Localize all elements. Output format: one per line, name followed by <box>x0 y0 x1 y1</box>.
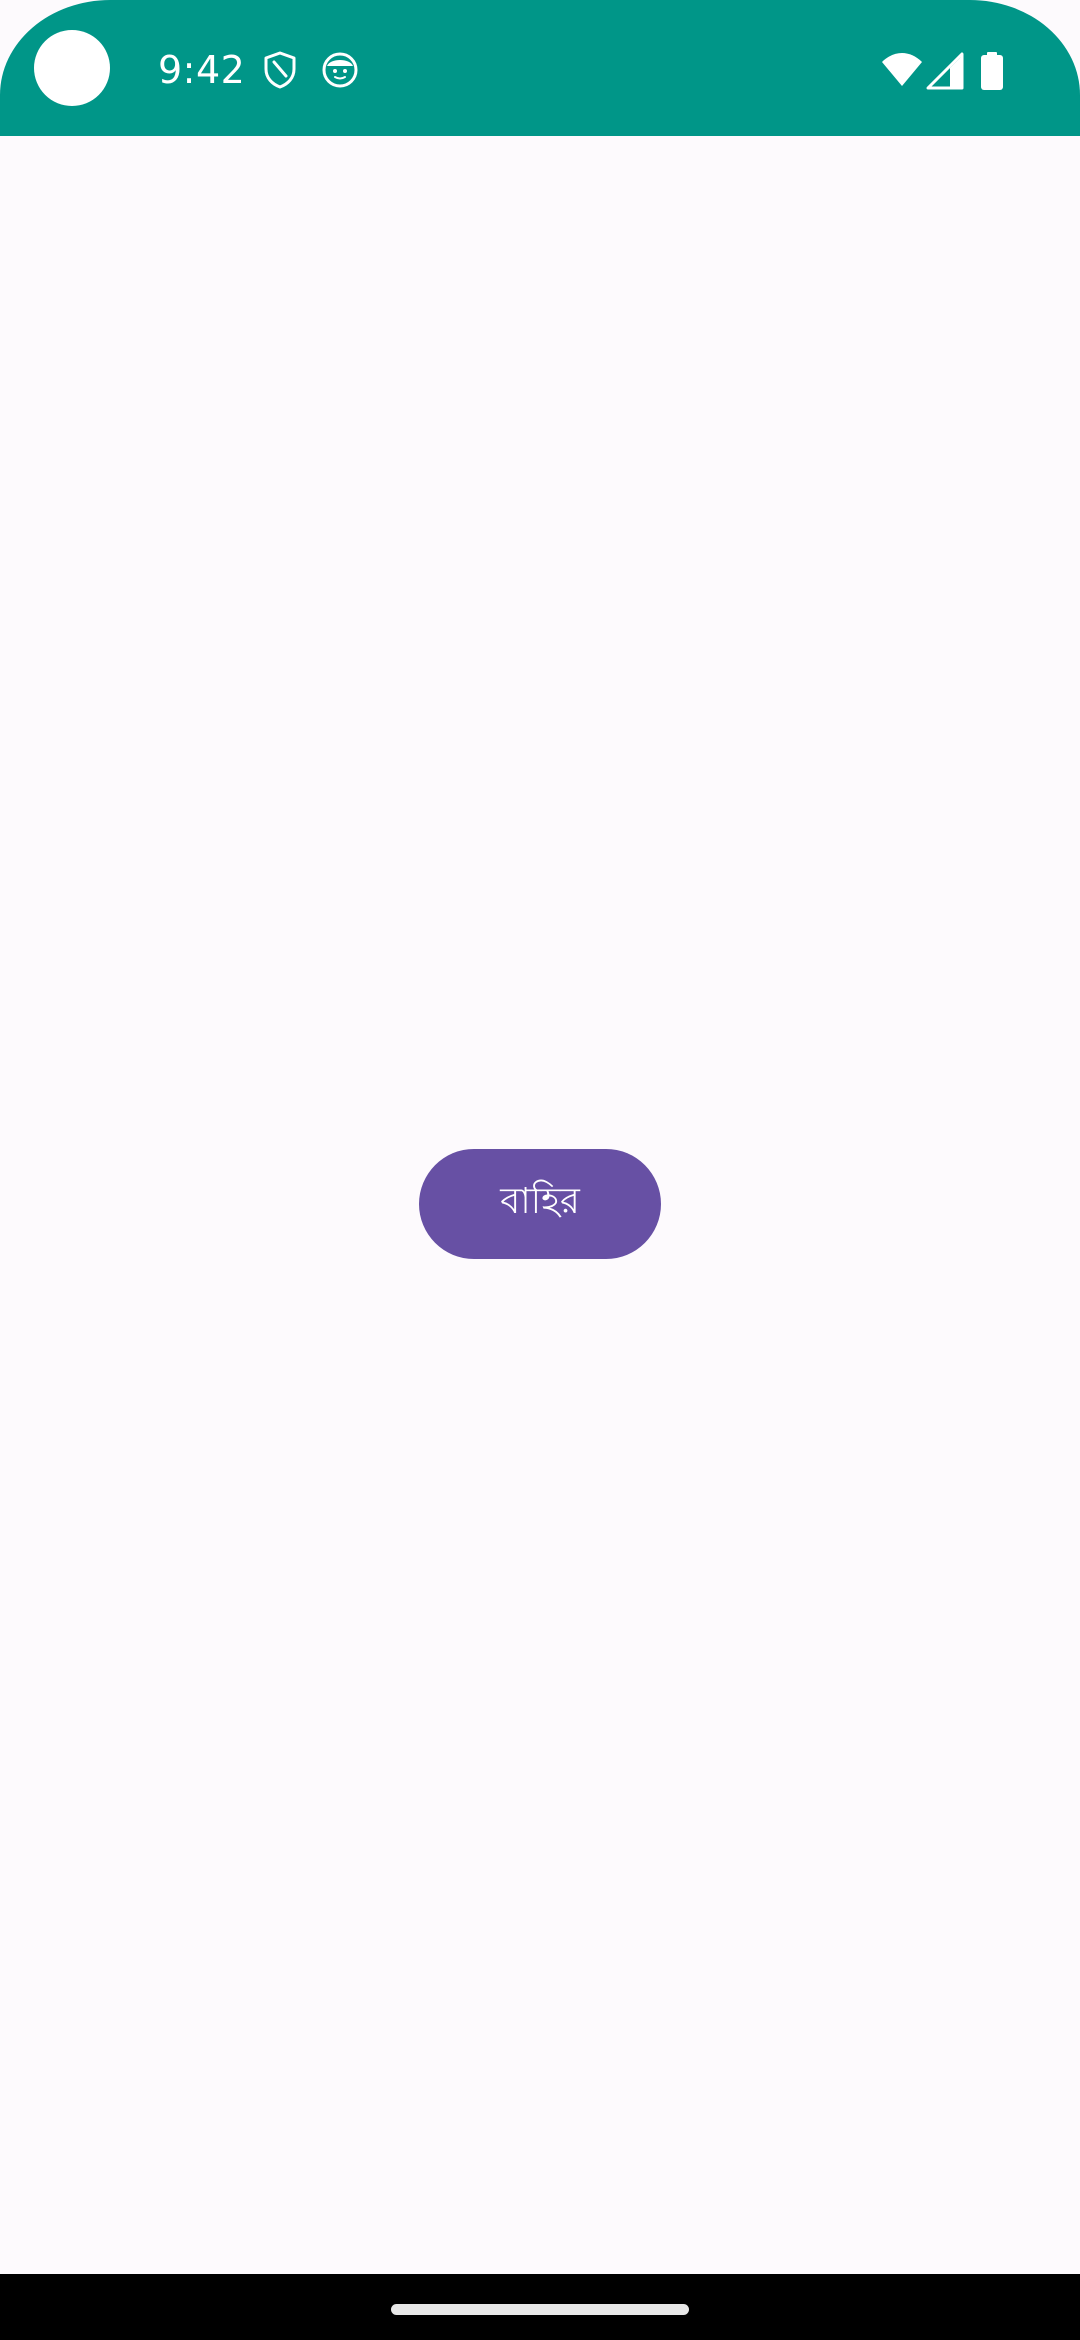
status-clock: 9:42 <box>158 48 246 92</box>
battery-icon <box>980 52 1004 90</box>
camera-cutout <box>34 30 110 106</box>
screen-corner-right <box>970 2274 1074 2340</box>
shield-icon <box>260 50 300 90</box>
app-content-area <box>0 0 1080 2274</box>
screen-corner-left <box>6 2274 110 2340</box>
wifi-icon <box>880 50 924 90</box>
face-icon <box>320 50 360 90</box>
gesture-handle[interactable] <box>391 2304 689 2315</box>
navigation-bar <box>0 2274 1080 2340</box>
cell-signal-icon <box>926 52 964 90</box>
status-bar: 9:42 <box>0 0 1080 136</box>
exit-button[interactable]: বাহির <box>419 1149 661 1259</box>
phone-screen: 9:42 বাহির <box>0 0 1080 2340</box>
